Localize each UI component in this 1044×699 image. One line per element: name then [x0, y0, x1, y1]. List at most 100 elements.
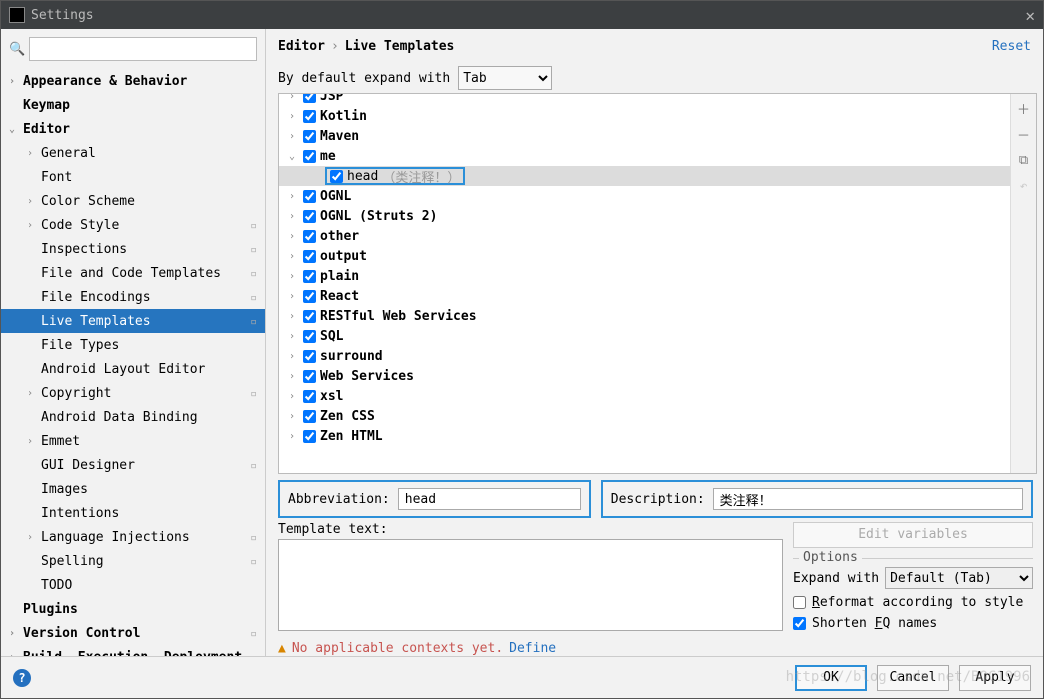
default-expand-select[interactable]: Tab	[458, 66, 552, 90]
template-item-react[interactable]: ›React	[279, 286, 1010, 306]
template-checkbox[interactable]	[303, 130, 316, 143]
define-context-link[interactable]: Define	[509, 641, 556, 656]
revert-template-button[interactable]: ↶	[1011, 176, 1036, 196]
template-checkbox[interactable]	[303, 190, 316, 203]
template-item-output[interactable]: ›output	[279, 246, 1010, 266]
template-checkbox[interactable]	[303, 250, 316, 263]
template-item-web-services[interactable]: ›Web Services	[279, 366, 1010, 386]
template-checkbox[interactable]	[303, 350, 316, 363]
template-item-me[interactable]: ⌄me	[279, 146, 1010, 166]
copy-template-button[interactable]: ⧉	[1011, 150, 1036, 170]
dialog-footer: ? OK Cancel Apply	[1, 656, 1043, 698]
cancel-button[interactable]: Cancel	[877, 665, 949, 691]
template-item-ognl[interactable]: ›OGNL	[279, 186, 1010, 206]
sidebar-item-plugins[interactable]: Plugins	[1, 597, 265, 621]
sidebar-item-label: Images	[41, 482, 88, 497]
template-item-head[interactable]: head（类注释！）	[279, 166, 1010, 186]
templates-tree[interactable]: ›JSP›Kotlin›Maven⌄mehead（类注释！）›OGNL›OGNL…	[279, 94, 1010, 473]
template-label: surround	[320, 349, 383, 364]
template-checkbox[interactable]	[303, 150, 316, 163]
sidebar-item-label: File Encodings	[41, 290, 151, 305]
sidebar-item-android-layout-editor[interactable]: Android Layout Editor	[1, 357, 265, 381]
template-checkbox[interactable]	[303, 94, 316, 103]
template-checkbox[interactable]	[303, 210, 316, 223]
ok-button[interactable]: OK	[795, 665, 867, 691]
template-item-restful-web-services[interactable]: ›RESTful Web Services	[279, 306, 1010, 326]
sidebar-item-label: TODO	[41, 578, 72, 593]
scope-icon: ▫	[250, 459, 257, 472]
warning-icon: ▲	[278, 641, 286, 656]
template-checkbox[interactable]	[303, 370, 316, 383]
sidebar-item-editor[interactable]: ⌄Editor	[1, 117, 265, 141]
scope-icon: ▫	[250, 387, 257, 400]
template-item-zen-css[interactable]: ›Zen CSS	[279, 406, 1010, 426]
sidebar-item-inspections[interactable]: Inspections▫	[1, 237, 265, 261]
sidebar-item-color-scheme[interactable]: ›Color Scheme	[1, 189, 265, 213]
sidebar-item-language-injections[interactable]: ›Language Injections▫	[1, 525, 265, 549]
reset-link[interactable]: Reset	[992, 39, 1031, 54]
sidebar-item-appearance-behavior[interactable]: ›Appearance & Behavior	[1, 69, 265, 93]
remove-template-button[interactable]: －	[1011, 124, 1036, 144]
template-item-maven[interactable]: ›Maven	[279, 126, 1010, 146]
template-checkbox[interactable]	[330, 170, 343, 183]
template-checkbox[interactable]	[303, 230, 316, 243]
template-item-zen-html[interactable]: ›Zen HTML	[279, 426, 1010, 446]
sidebar-item-copyright[interactable]: ›Copyright▫	[1, 381, 265, 405]
sidebar-item-todo[interactable]: TODO	[1, 573, 265, 597]
help-button[interactable]: ?	[13, 669, 31, 687]
template-item-xsl[interactable]: ›xsl	[279, 386, 1010, 406]
template-item-other[interactable]: ›other	[279, 226, 1010, 246]
abbreviation-label: Abbreviation:	[288, 492, 390, 507]
sidebar-item-spelling[interactable]: Spelling▫	[1, 549, 265, 573]
app-icon	[9, 7, 25, 23]
chevron-icon: ›	[289, 371, 303, 382]
sidebar-item-intentions[interactable]: Intentions	[1, 501, 265, 525]
sidebar-item-emmet[interactable]: ›Emmet	[1, 429, 265, 453]
sidebar-item-file-types[interactable]: File Types	[1, 333, 265, 357]
sidebar-item-code-style[interactable]: ›Code Style▫	[1, 213, 265, 237]
shorten-checkbox[interactable]	[793, 617, 806, 630]
sidebar-item-label: Emmet	[41, 434, 80, 449]
expand-with-select[interactable]: Default (Tab)	[885, 567, 1033, 589]
abbreviation-input[interactable]	[398, 488, 581, 510]
add-template-button[interactable]: ＋	[1011, 98, 1036, 118]
template-checkbox[interactable]	[303, 430, 316, 443]
sidebar-item-font[interactable]: Font	[1, 165, 265, 189]
sidebar-item-label: Color Scheme	[41, 194, 135, 209]
template-label: OGNL	[320, 189, 351, 204]
sidebar-item-build-execution-deployment[interactable]: ›Build, Execution, Deployment	[1, 645, 265, 656]
template-text-input[interactable]	[278, 539, 783, 631]
description-input[interactable]	[713, 488, 1023, 510]
template-item-sql[interactable]: ›SQL	[279, 326, 1010, 346]
template-item-plain[interactable]: ›plain	[279, 266, 1010, 286]
close-button[interactable]: ✕	[1025, 6, 1035, 25]
chevron-icon: ›	[27, 148, 41, 159]
sidebar-item-android-data-binding[interactable]: Android Data Binding	[1, 405, 265, 429]
reformat-checkbox[interactable]	[793, 596, 806, 609]
template-checkbox[interactable]	[303, 290, 316, 303]
sidebar-item-images[interactable]: Images	[1, 477, 265, 501]
template-item-surround[interactable]: ›surround	[279, 346, 1010, 366]
template-checkbox[interactable]	[303, 310, 316, 323]
template-checkbox[interactable]	[303, 390, 316, 403]
sidebar-item-gui-designer[interactable]: GUI Designer▫	[1, 453, 265, 477]
template-item-ognl-struts-2-[interactable]: ›OGNL (Struts 2)	[279, 206, 1010, 226]
template-checkbox[interactable]	[303, 410, 316, 423]
sidebar-item-live-templates[interactable]: Live Templates▫	[1, 309, 265, 333]
template-label: Zen HTML	[320, 429, 383, 444]
sidebar-item-label: Version Control	[23, 626, 140, 641]
scope-icon: ▫	[250, 531, 257, 544]
sidebar-item-keymap[interactable]: Keymap	[1, 93, 265, 117]
scope-icon: ▫	[250, 267, 257, 280]
search-input[interactable]	[29, 37, 257, 61]
sidebar-item-general[interactable]: ›General	[1, 141, 265, 165]
template-checkbox[interactable]	[303, 110, 316, 123]
template-checkbox[interactable]	[303, 270, 316, 283]
template-item-jsp[interactable]: ›JSP	[279, 94, 1010, 106]
template-checkbox[interactable]	[303, 330, 316, 343]
sidebar-item-version-control[interactable]: ›Version Control▫	[1, 621, 265, 645]
sidebar-item-file-encodings[interactable]: File Encodings▫	[1, 285, 265, 309]
apply-button[interactable]: Apply	[959, 665, 1031, 691]
template-item-kotlin[interactable]: ›Kotlin	[279, 106, 1010, 126]
sidebar-item-file-and-code-templates[interactable]: File and Code Templates▫	[1, 261, 265, 285]
